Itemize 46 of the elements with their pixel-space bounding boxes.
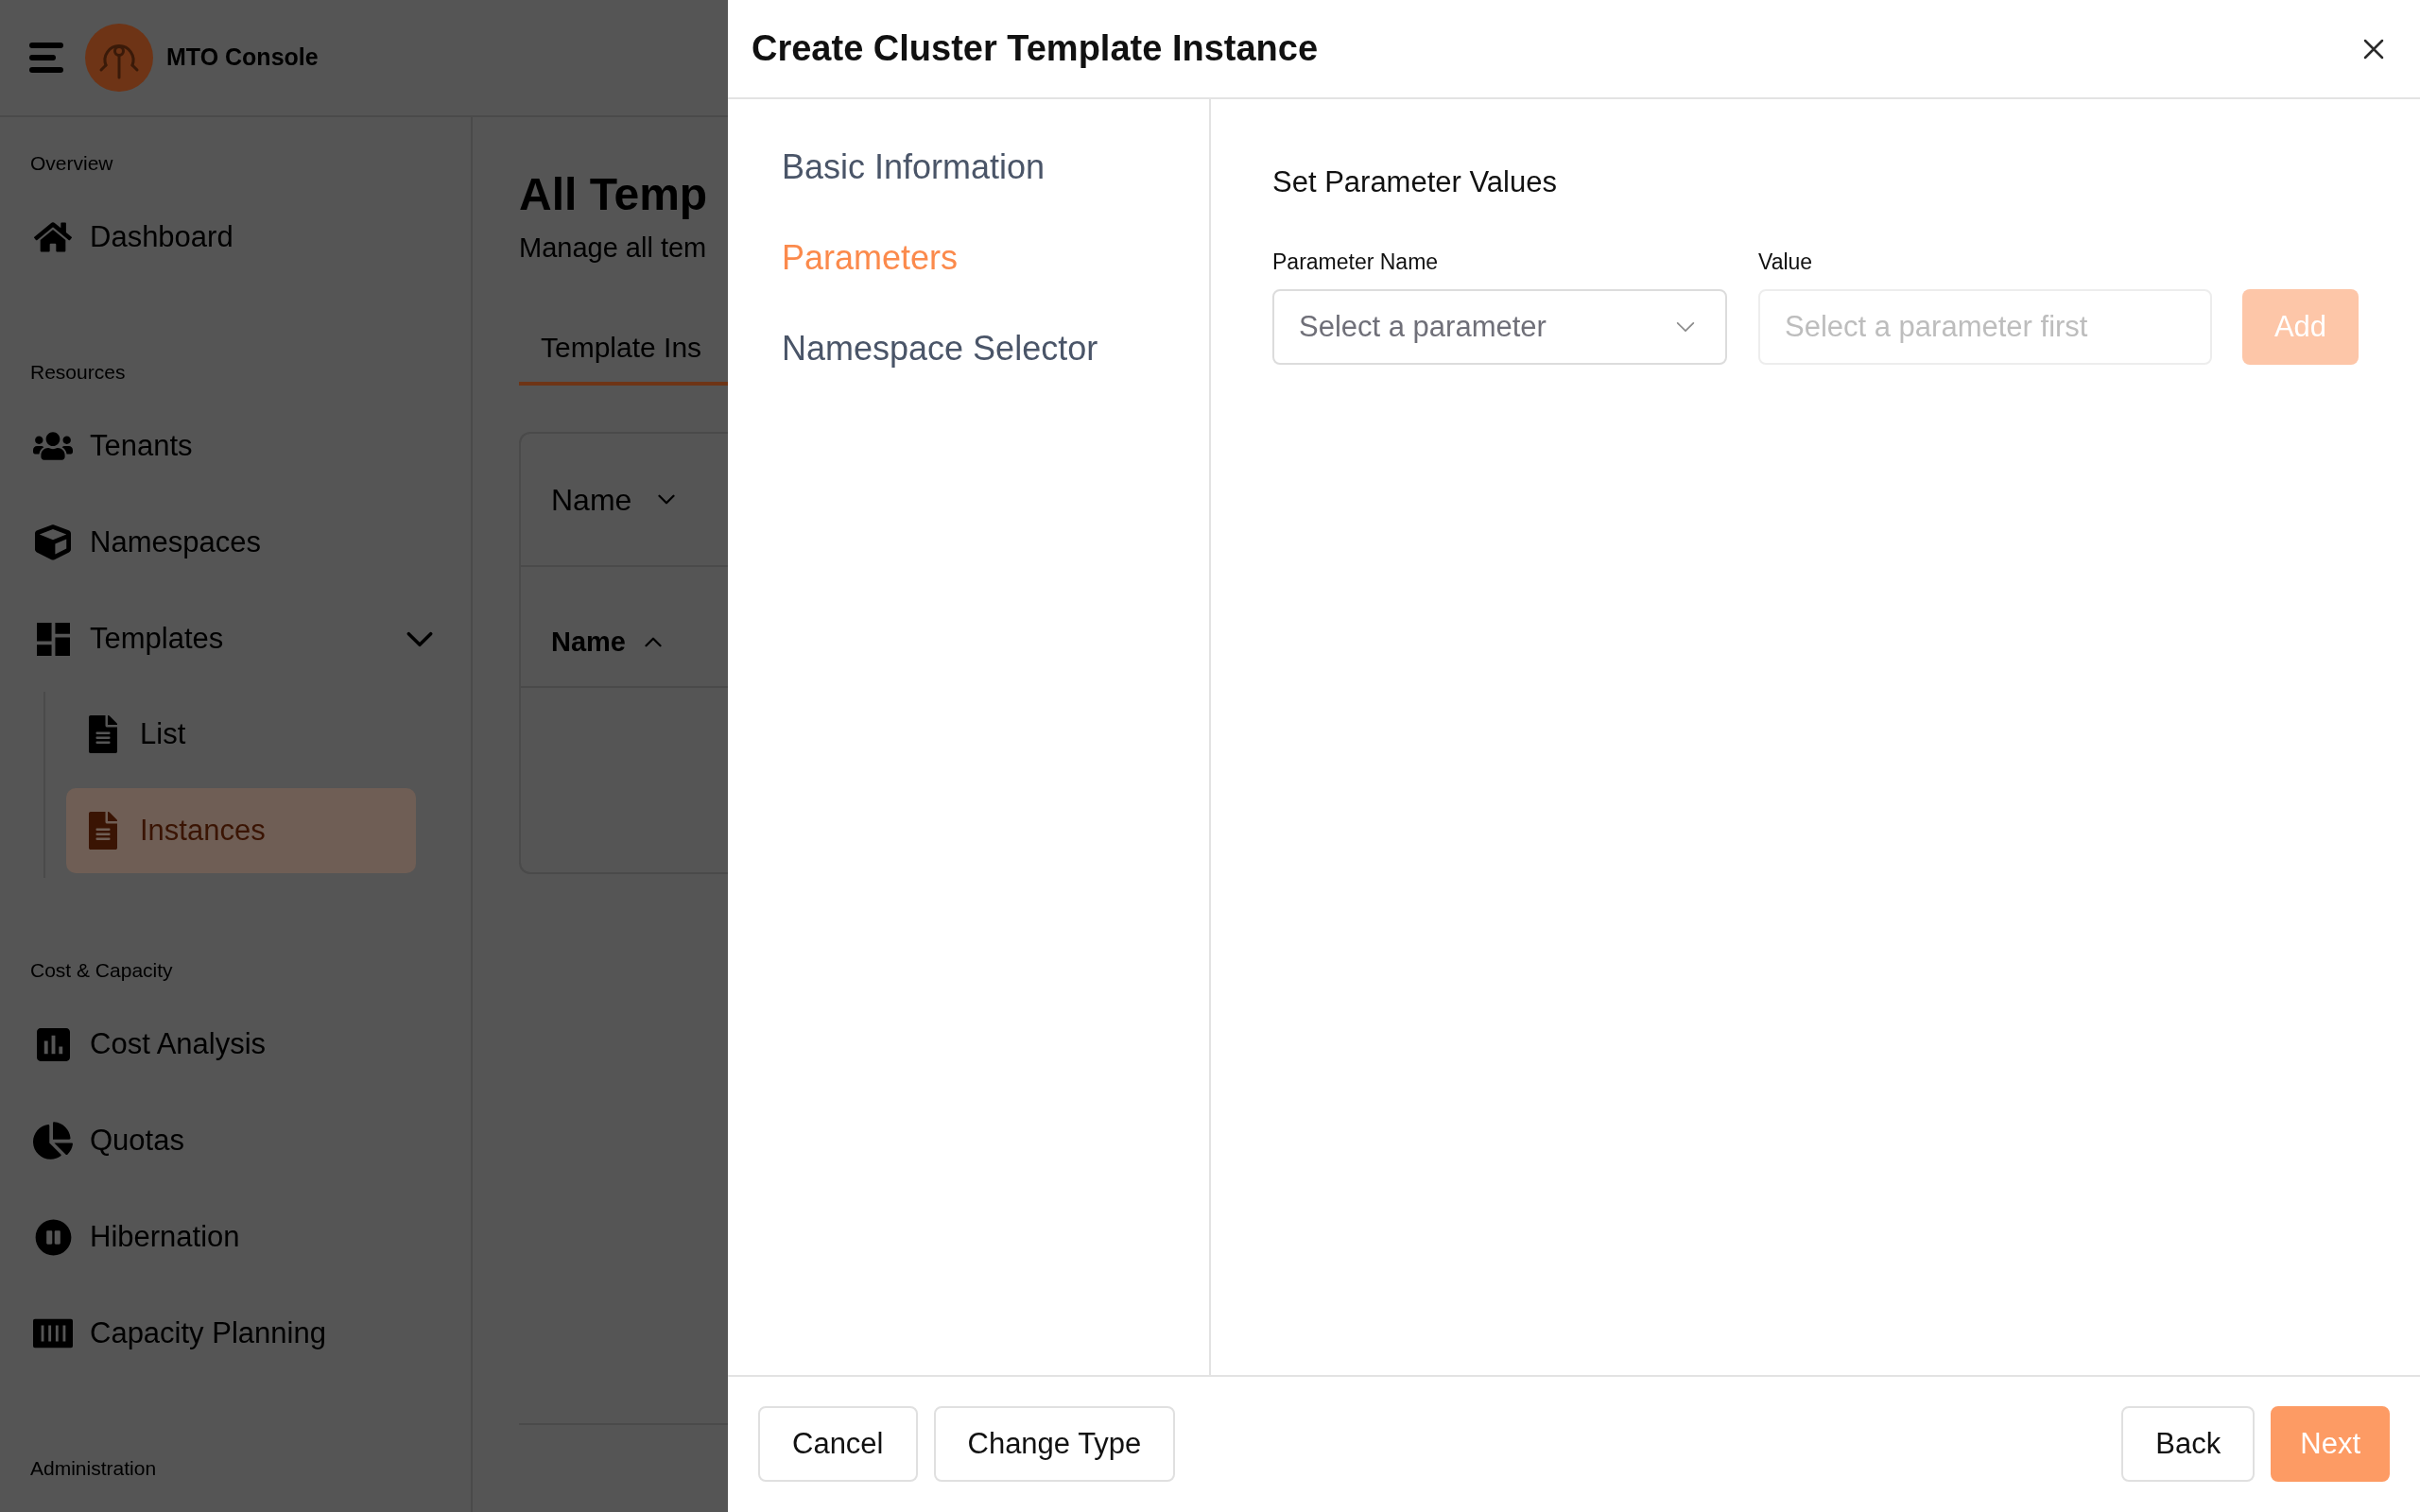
chevron-icon <box>658 494 676 505</box>
field-label: Value <box>1758 249 1813 275</box>
pause-icon <box>34 1218 72 1256</box>
sidebar-item[interactable]: Instances <box>66 788 416 873</box>
section-label: Cost & Capacity <box>30 958 173 983</box>
logo-icon <box>85 24 153 92</box>
sidebar-item[interactable]: Quotas <box>19 1098 444 1183</box>
step-item[interactable]: Namespace Selector <box>782 318 1098 379</box>
sidebar-item[interactable]: Namespaces <box>19 500 444 585</box>
cancel-button[interactable]: Cancel <box>758 1406 918 1482</box>
step-item[interactable]: Basic Information <box>782 137 1046 198</box>
parameter-select[interactable]: Select a parameter <box>1272 289 1727 365</box>
document-icon <box>89 812 117 850</box>
column-header[interactable]: Name <box>551 626 662 658</box>
dialog-title: Create Cluster Template Instance <box>752 27 1319 70</box>
document-icon <box>89 715 117 753</box>
page-title: All Temp <box>519 168 708 220</box>
app-title: MTO Console <box>166 43 319 73</box>
chevron-icon <box>1676 321 1695 333</box>
columns-icon <box>33 1318 73 1349</box>
filter-dropdown[interactable]: Name <box>551 481 676 518</box>
bar-chart-icon <box>36 1027 70 1061</box>
sidebar-item[interactable]: Hibernation <box>19 1194 444 1280</box>
sidebar-item[interactable]: Templates <box>19 596 444 681</box>
close-icon[interactable] <box>2363 38 2384 60</box>
field-label: Parameter Name <box>1272 249 1439 275</box>
sidebar-item[interactable]: Tenants <box>19 404 444 489</box>
cube-icon <box>35 524 71 560</box>
grid-icon <box>36 622 70 656</box>
page-subtitle: Manage all tem <box>519 232 707 264</box>
people-icon <box>33 430 73 462</box>
next-button[interactable]: Next <box>2271 1406 2390 1482</box>
sidebar-item[interactable]: List <box>66 692 416 777</box>
sidebar-item[interactable]: Capacity Planning <box>19 1291 444 1376</box>
section-label: Administration <box>30 1456 157 1481</box>
section-label: Overview <box>30 151 113 176</box>
sidebar-item[interactable]: Dashboard <box>19 195 444 280</box>
section-label: Resources <box>30 360 126 385</box>
home-icon <box>34 220 72 254</box>
step-item[interactable]: Parameters <box>782 228 959 288</box>
change-type-button[interactable]: Change Type <box>933 1406 1176 1482</box>
back-button[interactable]: Back <box>2121 1406 2256 1482</box>
sidebar-item[interactable]: Cost Analysis <box>19 1002 444 1087</box>
menu-icon[interactable] <box>29 43 63 73</box>
section-title: Set Parameter Values <box>1272 164 1557 200</box>
pie-chart-icon <box>33 1122 73 1160</box>
